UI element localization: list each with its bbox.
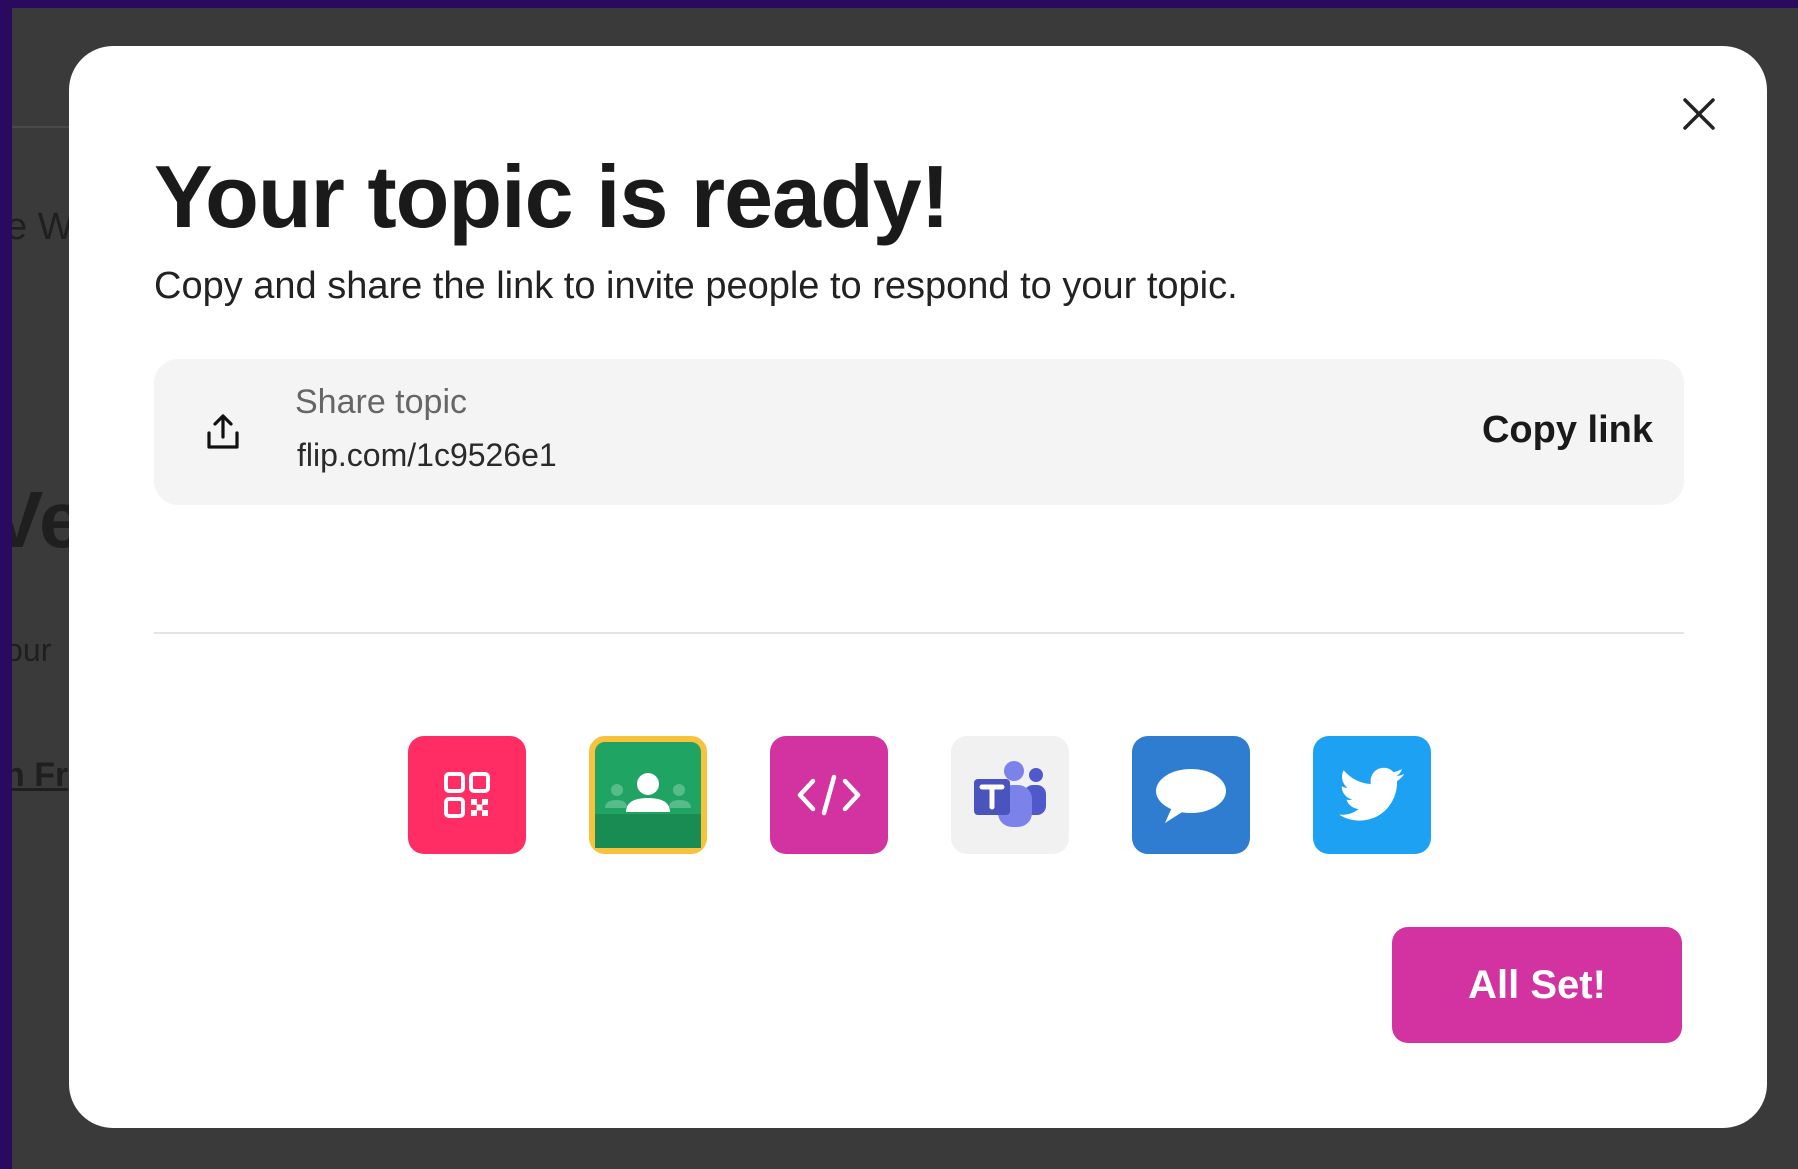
microsoft-teams-button[interactable] [951,736,1069,854]
all-set-button[interactable]: All Set! [1392,927,1682,1043]
share-topic-label: Share topic [295,383,467,421]
close-button[interactable] [1667,82,1731,146]
dialog-subtitle: Copy and share the link to invite people… [154,265,1238,307]
background-divider [12,126,72,128]
qr-code-button[interactable] [408,736,526,854]
share-upload-icon [207,414,239,449]
remind-button[interactable] [1132,736,1250,854]
share-topic-box: Share topic flip.com/1c9526e1 Copy link [154,359,1684,505]
close-icon [1683,98,1715,130]
microsoft-teams-icon [974,761,1046,827]
share-targets-row [408,736,1431,854]
background-link-fragment: n Fr [12,756,69,794]
background-text-fragment: e W [12,206,74,248]
topic-ready-dialog: Your topic is ready! Copy and share the … [69,46,1767,1128]
copy-link-button[interactable]: Copy link [1482,409,1653,452]
twitter-bird-icon [1339,767,1404,821]
google-classroom-icon [595,773,701,848]
background-text-fragment: jour [12,632,52,668]
qr-code-icon [444,772,490,818]
share-topic-url: flip.com/1c9526e1 [297,437,557,473]
remind-chat-icon [1156,769,1226,823]
section-divider [154,632,1684,634]
twitter-button[interactable] [1313,736,1431,854]
code-embed-icon [797,774,861,816]
google-classroom-button[interactable] [589,736,707,854]
dialog-title: Your topic is ready! [154,147,950,246]
embed-code-button[interactable] [770,736,888,854]
